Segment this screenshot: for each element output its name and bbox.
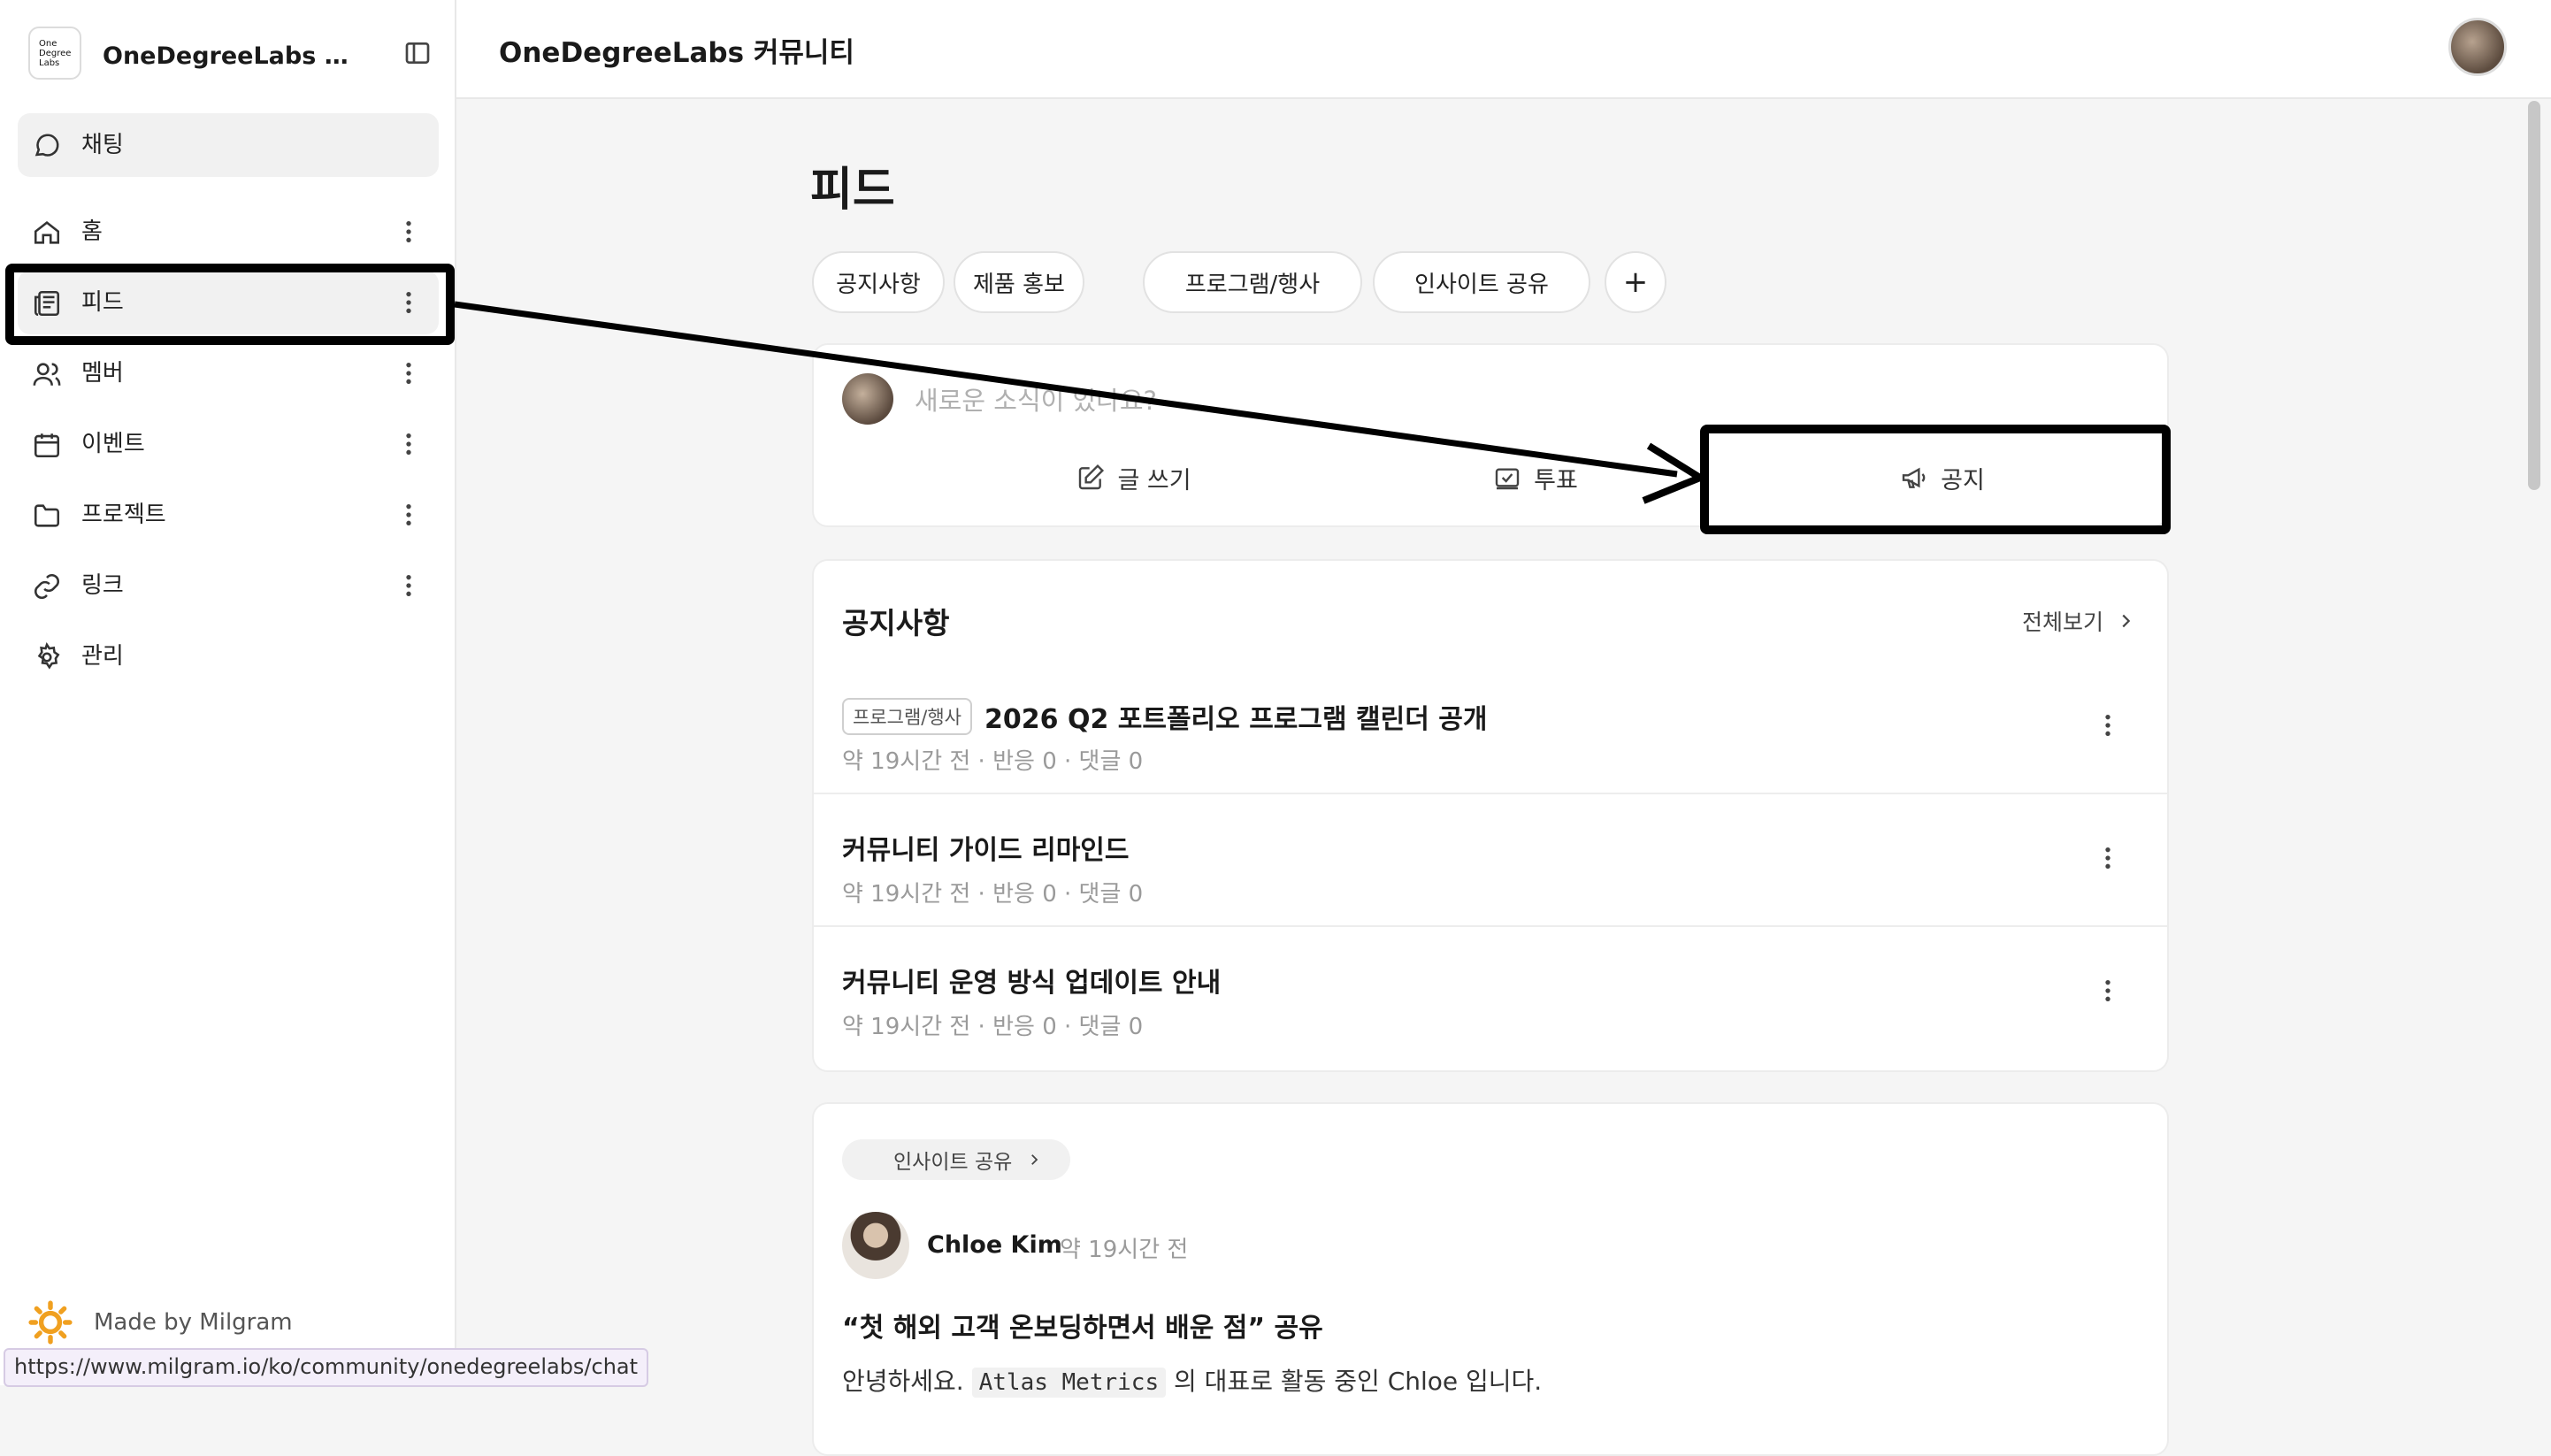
filter-chip-program[interactable]: 프로그램/행사 [1143,251,1362,313]
notice-title-text: 2026 Q2 포트폴리오 프로그램 캘린더 공개 [984,704,1488,735]
sidebar-item-links[interactable]: 링크 [18,554,439,617]
post-time: 약 19시간 전 [1060,1237,1189,1263]
newspaper-icon [34,290,60,317]
sidebar-item-label: 관리 [81,643,124,670]
scrollbar[interactable] [2528,101,2540,490]
post-composer: 새로운 소식이 있나요? 글 쓰기 투표 공지 [812,343,2169,527]
sidebar-item-members[interactable]: 멤버 [18,341,439,405]
page-title: 피드 [810,164,895,217]
chevron-right-icon [1031,1154,1038,1165]
composer-avatar [842,373,893,425]
filter-chip-product[interactable]: 제품 홍보 [954,251,1084,313]
notice-meta: 약 19시간 전 · 반응 0 · 댓글 0 [842,1014,1144,1040]
milgram-logo-icon [28,1300,73,1345]
community-logo: One Degree Labs [28,27,81,80]
pencil-square-icon [1079,464,1105,490]
post-body: 안녕하세요. Atlas Metrics 의 대표로 활동 중인 Chloe 입… [842,1367,1543,1398]
more-options-icon[interactable] [403,359,414,387]
poll-button[interactable]: 투표 [1375,444,1697,511]
made-by-footer[interactable]: Made by Milgram [28,1300,293,1345]
sidebar-item-label: 멤버 [81,360,124,387]
post-title[interactable]: “첫 해외 고객 온보딩하면서 배운 점” 공유 [842,1306,1323,1345]
calendar-icon [34,433,60,458]
users-icon [33,363,61,386]
filter-chip-notice[interactable]: 공지사항 [812,251,945,313]
more-options-icon[interactable] [2103,844,2112,872]
notice-tag: 프로그램/행사 [842,698,972,735]
sidebar-item-label: 이벤트 [81,431,145,457]
sidebar-item-label: 링크 [81,572,124,599]
author-name[interactable]: Chloe Kim [927,1231,1062,1259]
add-filter-button[interactable]: + [1605,251,1666,313]
more-options-icon[interactable] [403,288,414,317]
see-all-link[interactable]: 전체보기 [2022,605,2135,637]
write-post-button[interactable]: 글 쓰기 [973,444,1295,511]
sidebar-item-label: 피드 [81,289,124,316]
chevron-right-icon [2122,614,2131,628]
notice-title: 프로그램/행사 2026 Q2 포트폴리오 프로그램 캘린더 공개 [842,697,1488,736]
more-options-icon[interactable] [403,501,414,529]
post-category-pill[interactable]: 인사이트 공유 [842,1139,1071,1180]
sidebar-toggle-icon[interactable] [403,39,432,67]
sidebar: One Degree Labs OneDegreeLabs 커뮤... 채팅 홈… [0,0,456,1385]
community-brand[interactable]: One Degree Labs OneDegreeLabs 커뮤... [28,27,435,80]
sidebar-item-label: 프로젝트 [81,502,166,528]
notice-row[interactable]: 커뮤니티 가이드 리마인드 약 19시간 전 · 반응 0 · 댓글 0 [814,793,2167,923]
link-icon [34,573,60,600]
folder-icon [34,504,60,527]
more-options-icon[interactable] [2103,711,2112,739]
sidebar-item-label: 채팅 [81,132,124,158]
gear-icon [37,642,60,670]
user-avatar[interactable] [2448,18,2507,76]
sidebar-item-projects[interactable]: 프로젝트 [18,483,439,547]
community-name: OneDegreeLabs 커뮤... [103,42,368,70]
notice-title: 커뮤니티 운영 방식 업데이트 안내 [842,968,1222,999]
filter-chip-insight[interactable]: 인사이트 공유 [1373,251,1590,313]
page-header-title: OneDegreeLabs 커뮤니티 [499,37,854,69]
top-bar: OneDegreeLabs 커뮤니티 [456,0,2551,99]
made-by-text: Made by Milgram [94,1309,293,1336]
megaphone-icon [1902,467,1926,488]
home-icon [34,221,60,244]
plus-icon: + [1622,264,1649,300]
more-options-icon[interactable] [403,571,414,600]
sidebar-item-events[interactable]: 이벤트 [18,412,439,476]
status-bar-url: https://www.milgram.io/ko/community/oned… [4,1348,649,1387]
chat-bubble-icon [34,134,59,157]
notice-title: 커뮤니티 가이드 리마인드 [842,835,1130,866]
sidebar-item-chat[interactable]: 채팅 [18,113,439,177]
notice-card: 공지사항 전체보기 프로그램/행사 2026 Q2 포트폴리오 프로그램 캘린더… [812,559,2169,1072]
more-options-icon[interactable] [2103,977,2112,1005]
post-body-code: Atlas Metrics [971,1368,1167,1398]
more-options-icon[interactable] [403,218,414,246]
poll-check-icon [1495,468,1520,490]
more-options-icon[interactable] [403,430,414,458]
notice-row[interactable]: 프로그램/행사 2026 Q2 포트폴리오 프로그램 캘린더 공개 약 19시간… [814,660,2167,791]
notice-meta: 약 19시간 전 · 반응 0 · 댓글 0 [842,881,1144,908]
notice-row[interactable]: 커뮤니티 운영 방식 업데이트 안내 약 19시간 전 · 반응 0 · 댓글 … [814,925,2167,1056]
author-avatar[interactable] [842,1212,909,1279]
notice-meta: 약 19시간 전 · 반응 0 · 댓글 0 [842,748,1144,775]
sidebar-item-admin[interactable]: 관리 [18,625,439,688]
post-card: 인사이트 공유 Chloe Kim 약 19시간 전 “첫 해외 고객 온보딩하… [812,1102,2169,1456]
sidebar-item-home[interactable]: 홈 [18,200,439,264]
notice-section-title: 공지사항 [842,606,950,640]
sidebar-item-label: 홈 [81,218,103,245]
sidebar-item-feed[interactable]: 피드 [18,271,439,334]
composer-input[interactable]: 새로운 소식이 있나요? [915,380,1157,418]
notice-button[interactable]: 공지 [1781,444,2103,511]
